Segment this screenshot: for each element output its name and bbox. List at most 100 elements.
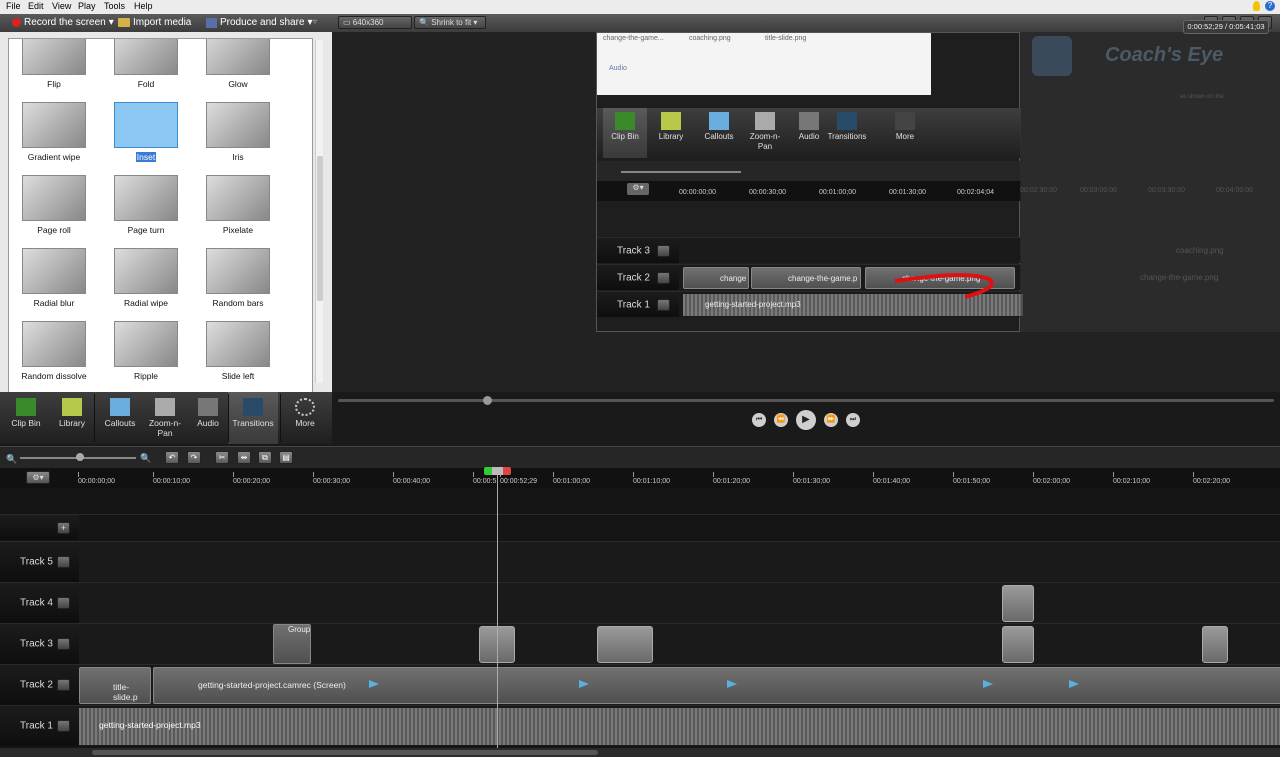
- transition-marker[interactable]: [1002, 585, 1034, 622]
- jump-end-button[interactable]: ⏭: [846, 413, 860, 427]
- transition-item[interactable]: Radial blur: [14, 248, 94, 314]
- transition-thumbnail: [22, 321, 86, 367]
- menu-help[interactable]: Help: [134, 1, 153, 11]
- jump-start-button[interactable]: ⏮: [752, 413, 766, 427]
- transition-item[interactable]: Page roll: [14, 175, 94, 241]
- embedded-track-name: Track 3: [617, 245, 650, 256]
- transition-item[interactable]: Slide left: [198, 321, 278, 387]
- transitions-scrollbar[interactable]: [315, 40, 323, 383]
- lock-icon[interactable]: [57, 679, 70, 691]
- paste-icon[interactable]: ▤: [279, 451, 293, 464]
- transition-marker[interactable]: [597, 626, 653, 663]
- clip-label: getting-started-project.mp3: [99, 720, 201, 730]
- transition-item[interactable]: Pixelate: [198, 175, 278, 241]
- lightbulb-icon[interactable]: [1253, 1, 1260, 11]
- lock-icon[interactable]: [57, 597, 70, 609]
- track-row: Track 1 getting-started-project.mp3: [0, 705, 1280, 746]
- menu-file[interactable]: File: [6, 1, 21, 11]
- playback-bar: ⏮ ⏪ ▶ ⏩ ⏭: [332, 392, 1280, 444]
- ruler-label: 00:01:10;00: [633, 478, 670, 485]
- lock-icon: [657, 271, 670, 284]
- tab-transitions[interactable]: Transitions: [228, 392, 278, 444]
- tab-library[interactable]: Library: [50, 392, 94, 444]
- timeline-scrollbar[interactable]: [0, 748, 1280, 757]
- zoom-out-icon[interactable]: 🔍: [6, 454, 17, 465]
- tab-audio[interactable]: Audio: [190, 392, 226, 444]
- transition-item[interactable]: Gradient wipe: [14, 102, 94, 168]
- produce-share-button[interactable]: Produce and share ▾: [206, 17, 313, 28]
- transition-marker[interactable]: [1202, 626, 1228, 663]
- group-clip[interactable]: Group: [273, 624, 311, 664]
- timeline-scroll-thumb[interactable]: [92, 750, 598, 755]
- lock-icon[interactable]: [57, 556, 70, 568]
- transition-thumbnail: [114, 175, 178, 221]
- embedded-ruler-label: 00:00:30;00: [749, 189, 786, 196]
- lock-icon[interactable]: [57, 638, 70, 650]
- lock-icon[interactable]: [57, 720, 70, 732]
- ghost-title: Coach's Eye: [1105, 44, 1224, 66]
- tab-clip-bin[interactable]: Clip Bin: [4, 392, 48, 444]
- add-track-icon[interactable]: +: [57, 521, 70, 534]
- embedded-track-header: Track 1: [597, 292, 679, 317]
- transition-item[interactable]: Fold: [106, 39, 186, 95]
- menu-tools[interactable]: Tools: [104, 1, 125, 11]
- undo-icon[interactable]: ↶: [165, 451, 179, 464]
- cut-icon[interactable]: ✂: [215, 451, 229, 464]
- embedded-track-header: Track 3: [597, 238, 679, 263]
- audio-icon: [198, 398, 218, 416]
- overflow-icon[interactable]: ▿: [313, 17, 317, 26]
- scrub-track[interactable]: [338, 399, 1274, 402]
- transition-item[interactable]: Random dissolve: [14, 321, 94, 387]
- playhead-handle[interactable]: [484, 467, 511, 475]
- tab-more[interactable]: More: [280, 392, 330, 444]
- screen-recording-clip[interactable]: getting-started-project.camrec (Screen): [153, 667, 1280, 704]
- ruler-label: 00:01:20;00: [713, 478, 750, 485]
- import-media-button[interactable]: Import media: [118, 17, 191, 28]
- transition-marker[interactable]: [1002, 626, 1034, 663]
- title-slide-clip[interactable]: title-slide.p: [79, 667, 151, 704]
- menu-play[interactable]: Play: [78, 1, 96, 11]
- embedded-track-name: Track 2: [617, 272, 650, 283]
- record-screen-button[interactable]: Record the screen ▾: [12, 17, 114, 28]
- zoom-thumb[interactable]: [76, 453, 84, 461]
- embedded-file: change-the-game...: [603, 35, 664, 42]
- timeline-ruler[interactable]: ⚙▾ 00:00:00;00 00:00:10;00 00:00:20;00 00:0…: [0, 468, 1280, 488]
- split-icon[interactable]: ⇹: [237, 451, 251, 464]
- timeline-settings-gear-icon[interactable]: ⚙▾: [26, 471, 50, 484]
- zoom-in-icon[interactable]: 🔍: [140, 453, 151, 464]
- embedded-clip-label: change-the-game.p: [788, 274, 858, 283]
- transition-item[interactable]: Radial wipe: [106, 248, 186, 314]
- transition-item[interactable]: Iris: [198, 102, 278, 168]
- dimension-dropdown[interactable]: ▭ 640x360: [338, 16, 412, 29]
- lock-icon: [657, 298, 670, 311]
- tab-label: Audio: [197, 418, 219, 428]
- tab-zoom-n-pan[interactable]: Zoom-n- Pan: [142, 392, 188, 444]
- audio-clip[interactable]: getting-started-project.mp3: [79, 708, 1280, 745]
- transition-item[interactable]: Glow: [198, 39, 278, 95]
- transition-label: Pixelate: [222, 225, 254, 235]
- transition-item[interactable]: Inset: [106, 102, 186, 168]
- transition-item[interactable]: Ripple: [106, 321, 186, 387]
- transition-item[interactable]: Random bars: [198, 248, 278, 314]
- rewind-button[interactable]: ⏪: [774, 413, 788, 427]
- tab-label: Transitions: [232, 418, 274, 428]
- ruler-tick: [153, 472, 154, 477]
- scrub-thumb[interactable]: [483, 396, 492, 405]
- redo-icon[interactable]: ↷: [187, 451, 201, 464]
- fast-forward-button[interactable]: ⏩: [824, 413, 838, 427]
- fit-dropdown[interactable]: 🔍 Shrink to fit ▾: [414, 16, 486, 29]
- menu-edit[interactable]: Edit: [28, 1, 44, 11]
- transition-item[interactable]: Flip: [14, 39, 94, 95]
- copy-icon[interactable]: ⧉: [258, 451, 272, 464]
- tab-callouts[interactable]: Callouts: [98, 392, 142, 444]
- play-button[interactable]: ▶: [796, 410, 816, 430]
- fit-label: Shrink to fit: [431, 18, 472, 27]
- embedded-tab-icon: [615, 112, 635, 130]
- track-name: Track 2: [20, 679, 53, 691]
- scroll-thumb[interactable]: [317, 156, 323, 301]
- embedded-tab-icon: [661, 112, 681, 130]
- transition-item[interactable]: Page turn: [106, 175, 186, 241]
- help-icon[interactable]: ?: [1265, 1, 1275, 11]
- menu-view[interactable]: View: [52, 1, 71, 11]
- embedded-tab-label: Callouts: [704, 132, 734, 141]
